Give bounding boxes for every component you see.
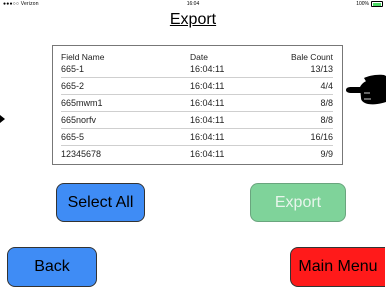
cell-field-name: 12345678	[61, 149, 102, 159]
cell-date: 16:04:11	[190, 149, 225, 159]
battery-percent: 100%	[356, 1, 369, 7]
cell-date: 16:04:11	[190, 115, 225, 125]
cell-date: 16:04:11	[190, 132, 225, 142]
cell-date: 16:04:11	[190, 64, 225, 74]
left-edge-arrow-icon	[0, 115, 5, 123]
cell-date: 16:04:11	[190, 98, 225, 108]
table-row[interactable]: 665norfv 16:04:11 8/8	[61, 112, 333, 127]
cell-field-name: 665-1	[61, 64, 85, 74]
export-button[interactable]: Export	[250, 183, 346, 222]
table-row[interactable]: 665-2 16:04:11 4/4	[61, 78, 333, 93]
cell-bale-count: 4/4	[320, 81, 333, 91]
status-time: 16:04	[186, 1, 200, 7]
battery-status: 100%	[356, 1, 383, 7]
cell-bale-count: 13/13	[310, 64, 333, 74]
pointing-hand-icon	[346, 74, 386, 105]
main-menu-button[interactable]: Main Menu	[290, 247, 385, 287]
cell-field-name: 665-2	[61, 81, 85, 91]
table-row[interactable]: 665-5 16:04:11 16/16	[61, 129, 333, 144]
back-button[interactable]: Back	[7, 247, 97, 287]
cell-field-name: 665norfv	[61, 115, 97, 125]
battery-icon	[371, 1, 383, 7]
page-title: Export	[169, 11, 217, 28]
cell-field-name: 665-5	[61, 132, 85, 142]
cell-field-name: 665mwm1	[61, 98, 103, 108]
table-row[interactable]: 665mwm1 16:04:11 8/8	[61, 95, 333, 110]
table-row[interactable]: 12345678 16:04:11 9/9	[61, 146, 333, 161]
select-all-button[interactable]: Select All	[56, 183, 145, 222]
status-bar: ●●●○○ Verizon 16:04 100%	[0, 0, 386, 9]
cell-date: 16:04:11	[190, 81, 225, 91]
export-table[interactable]: Field Name Date Bale Count 665-1 16:04:1…	[52, 45, 343, 165]
cell-bale-count: 8/8	[320, 115, 333, 125]
cell-bale-count: 8/8	[320, 98, 333, 108]
cell-bale-count: 16/16	[310, 132, 333, 142]
table-row[interactable]: 665-1 16:04:11 13/13	[61, 61, 333, 76]
cell-bale-count: 9/9	[320, 149, 333, 159]
